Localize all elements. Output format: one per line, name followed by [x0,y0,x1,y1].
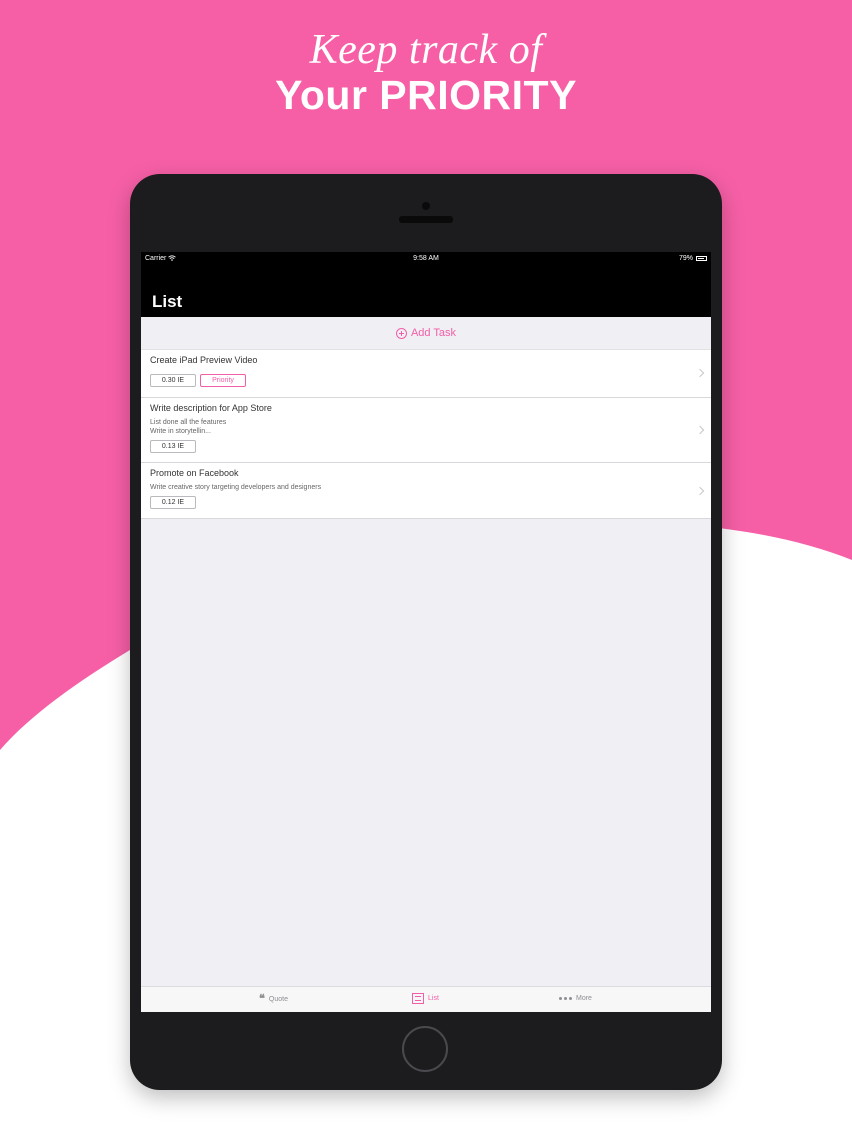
battery-percent: 79% [678,255,693,262]
marketing-headline-line1: Keep track of [309,27,543,73]
quote-icon: ❝ [259,993,265,1005]
tab-label: Quote [268,995,288,1003]
tab-label: List [428,995,439,1002]
battery-icon [696,256,707,261]
chevron-right-icon [695,425,705,435]
navigation-bar: List [141,265,711,317]
status-battery: 79% [679,252,707,265]
tab-quote[interactable]: ❝ Quote [259,993,288,1005]
tab-list[interactable]: List [412,993,439,1004]
task-title: Write description for App Store [150,403,272,413]
task-row[interactable]: Create iPad Preview Video 0.30 IE Priori… [141,350,711,398]
tab-label: More [576,995,592,1002]
tab-more[interactable]: More [559,995,592,1002]
app-screen: Carrier 9:58 AM 79% List Add Task Create… [141,252,711,1012]
status-time: 9:58 AM [413,255,439,262]
score-badge: 0.12 IE [150,496,196,509]
task-row[interactable]: Write description for App Store List don… [141,398,711,463]
tab-bar: ❝ Quote List More [141,986,711,1012]
add-circle-icon [395,327,407,339]
speaker-grille [399,216,453,223]
chevron-right-icon [695,486,705,496]
more-icon [559,997,572,1000]
task-note: Write in storytellin... [150,428,211,435]
marketing-headline-line2: Your PRIORITY [275,72,577,118]
status-bar: Carrier 9:58 AM 79% [141,252,711,265]
task-note: Write creative story targeting developer… [150,484,322,491]
home-button[interactable] [402,1026,448,1072]
priority-badge: Priority [200,374,246,387]
task-row[interactable]: Promote on Facebook Write creative story… [141,463,711,519]
score-badge: 0.13 IE [150,440,196,453]
task-note: List done all the features [150,419,227,426]
task-title: Create iPad Preview Video [150,355,258,365]
task-title: Promote on Facebook [150,468,239,478]
list-icon [412,993,424,1004]
score-badge: 0.30 IE [150,374,196,387]
add-task-label: Add Task [410,327,457,339]
front-camera [422,202,430,210]
add-task-button[interactable]: Add Task [141,317,711,350]
chevron-right-icon [695,368,705,378]
page-title: List [152,292,183,311]
task-list: Create iPad Preview Video 0.30 IE Priori… [141,350,711,519]
